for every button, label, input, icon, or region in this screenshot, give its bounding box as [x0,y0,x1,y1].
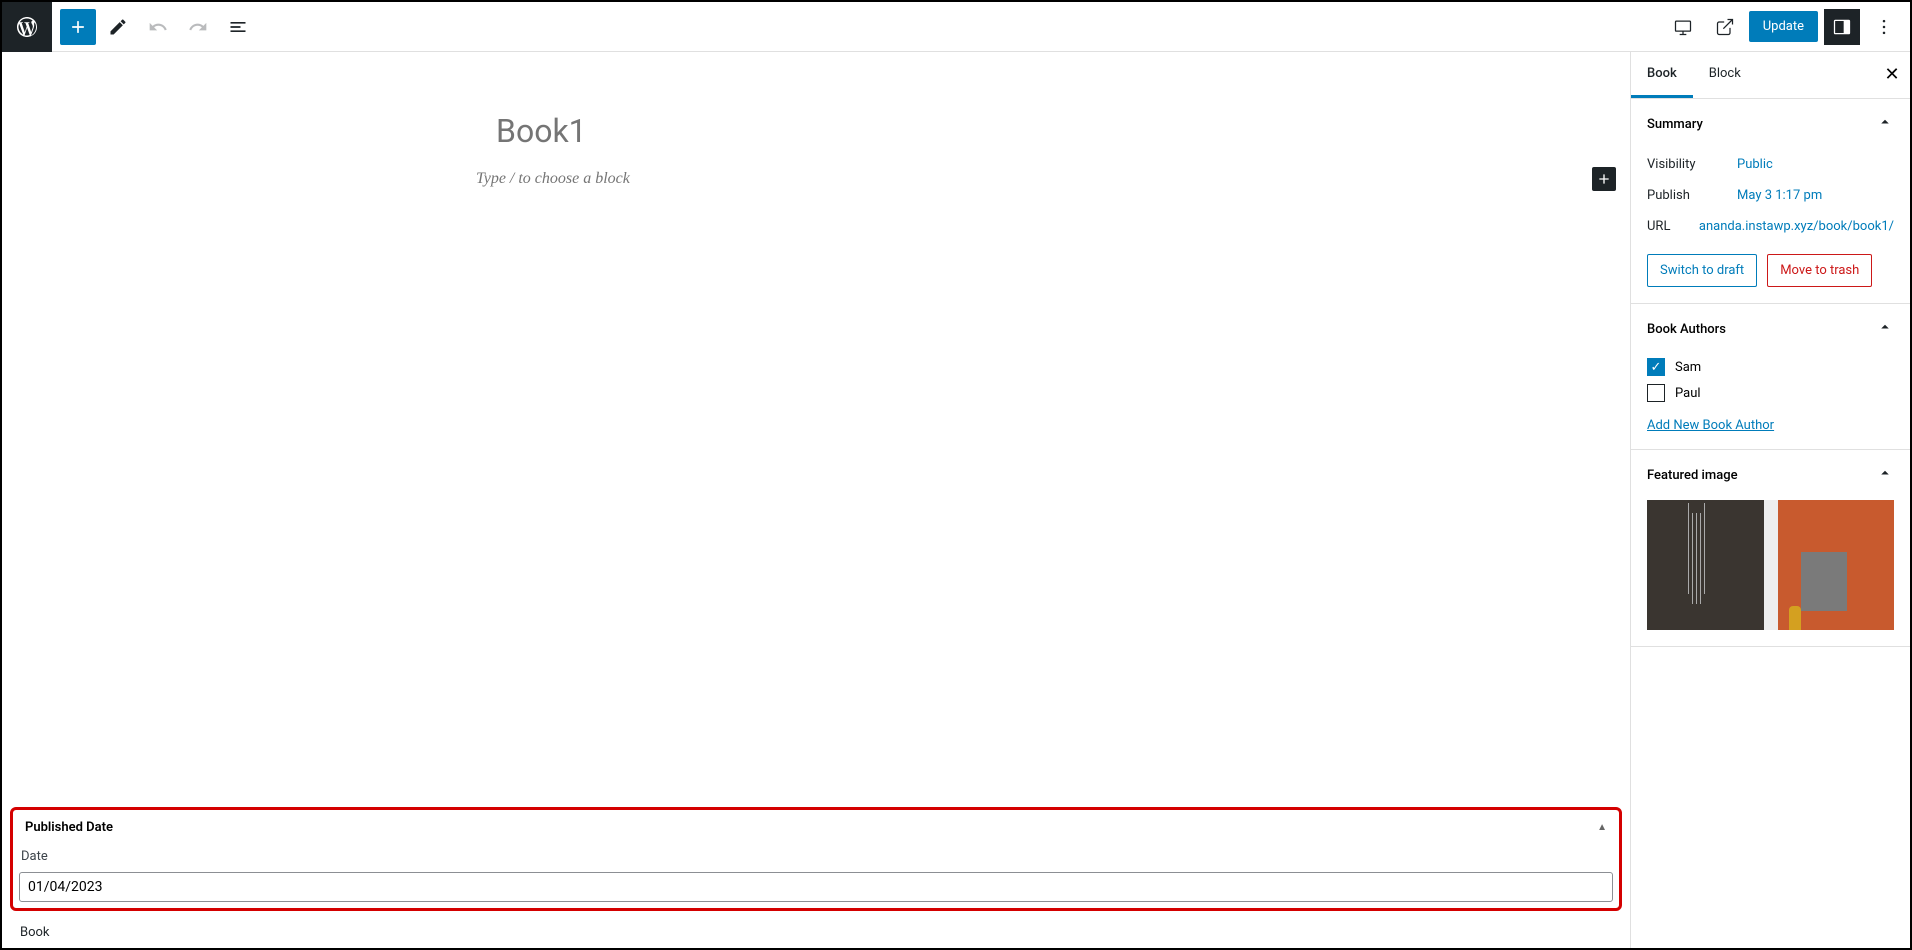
tab-book[interactable]: Book [1631,52,1693,98]
top-toolbar: Update [2,2,1910,52]
author-name-sam: Sam [1675,360,1701,375]
view-post-button[interactable] [1707,9,1743,45]
settings-sidebar: Book Block ✕ Summary Visibility Public P… [1630,52,1910,948]
external-link-icon [1715,17,1735,37]
options-menu-button[interactable] [1866,9,1902,45]
chevron-up-icon [1876,113,1894,135]
post-title-input[interactable] [476,112,1156,150]
url-label: URL [1647,219,1699,234]
author-checkbox-sam[interactable] [1647,358,1665,376]
publish-value[interactable]: May 3 1:17 pm [1737,188,1894,203]
editor-column: Type / to choose a block Published Date … [2,52,1630,948]
author-row-sam: Sam [1647,354,1894,380]
redo-button[interactable] [180,9,216,45]
settings-sidebar-toggle[interactable] [1824,9,1860,45]
editor-canvas[interactable]: Type / to choose a block [2,52,1630,801]
inline-add-block-button[interactable] [1592,167,1616,191]
list-view-icon [228,17,248,37]
block-placeholder-text: Type / to choose a block [476,170,1156,188]
tab-block[interactable]: Block [1693,52,1757,98]
chevron-up-icon [1876,318,1894,340]
featured-image-gap [1764,500,1778,630]
date-field-label: Date [19,845,1613,868]
publish-label: Publish [1647,188,1737,203]
preview-desktop-button[interactable] [1665,9,1701,45]
summary-actions: Switch to draft Move to trash [1647,254,1894,287]
author-name-paul: Paul [1675,386,1701,401]
block-breadcrumb[interactable]: Book [2,917,1630,948]
add-block-toggle[interactable] [60,9,96,45]
metabox-title: Published Date [25,820,113,835]
featured-image-panel: Featured image [1631,450,1910,647]
add-new-author-link[interactable]: Add New Book Author [1647,418,1774,433]
update-button[interactable]: Update [1749,11,1818,42]
wordpress-icon [15,15,39,39]
toolbar-left [2,2,264,51]
wordpress-logo-button[interactable] [2,2,52,52]
pencil-icon [108,17,128,37]
authors-panel-header[interactable]: Book Authors [1631,304,1910,354]
empty-paragraph-block[interactable]: Type / to choose a block [476,170,1156,188]
visibility-label: Visibility [1647,157,1737,172]
featured-body [1631,500,1910,646]
featured-image-right [1778,500,1895,630]
toolbar-right: Update [1665,9,1910,45]
featured-panel-header[interactable]: Featured image [1631,450,1910,500]
author-checkbox-paul[interactable] [1647,384,1665,402]
book-authors-panel: Book Authors Sam Paul Add New Book Autho… [1631,304,1910,450]
toolbar-tools [52,9,264,45]
url-value[interactable]: ananda.instawp.xyz/book/book1/ [1699,219,1894,234]
desktop-icon [1673,17,1693,37]
switch-to-draft-button[interactable]: Switch to draft [1647,254,1757,287]
undo-button[interactable] [140,9,176,45]
authors-body: Sam Paul Add New Book Author [1631,354,1910,449]
featured-title: Featured image [1647,468,1738,483]
sidebar-tabs: Book Block ✕ [1631,52,1910,99]
visibility-row: Visibility Public [1647,149,1894,180]
authors-title: Book Authors [1647,322,1726,337]
metabox-collapse-toggle[interactable]: ▲ [1597,822,1607,833]
published-date-metabox: Published Date ▲ Date [10,807,1622,911]
chevron-up-icon [1876,464,1894,486]
author-row-paul: Paul [1647,380,1894,406]
redo-icon [188,17,208,37]
featured-image-left [1647,500,1764,630]
summary-title: Summary [1647,117,1703,132]
close-sidebar-button[interactable]: ✕ [1880,62,1904,86]
more-vertical-icon [1874,17,1894,37]
metabox-header[interactable]: Published Date ▲ [19,816,1613,845]
move-to-trash-button[interactable]: Move to trash [1767,254,1872,287]
featured-image-thumbnail[interactable] [1647,500,1894,630]
sidebar-icon [1832,17,1852,37]
published-date-input[interactable] [19,872,1613,902]
plus-icon [1596,171,1612,187]
summary-body: Visibility Public Publish May 3 1:17 pm … [1631,149,1910,303]
edit-mode-button[interactable] [100,9,136,45]
undo-icon [148,17,168,37]
plus-icon [68,17,88,37]
document-overview-button[interactable] [220,9,256,45]
visibility-value[interactable]: Public [1737,157,1894,172]
summary-panel: Summary Visibility Public Publish May 3 … [1631,99,1910,304]
publish-row: Publish May 3 1:17 pm [1647,180,1894,211]
url-row: URL ananda.instawp.xyz/book/book1/ [1647,211,1894,242]
summary-panel-header[interactable]: Summary [1631,99,1910,149]
main-area: Type / to choose a block Published Date … [2,52,1910,948]
